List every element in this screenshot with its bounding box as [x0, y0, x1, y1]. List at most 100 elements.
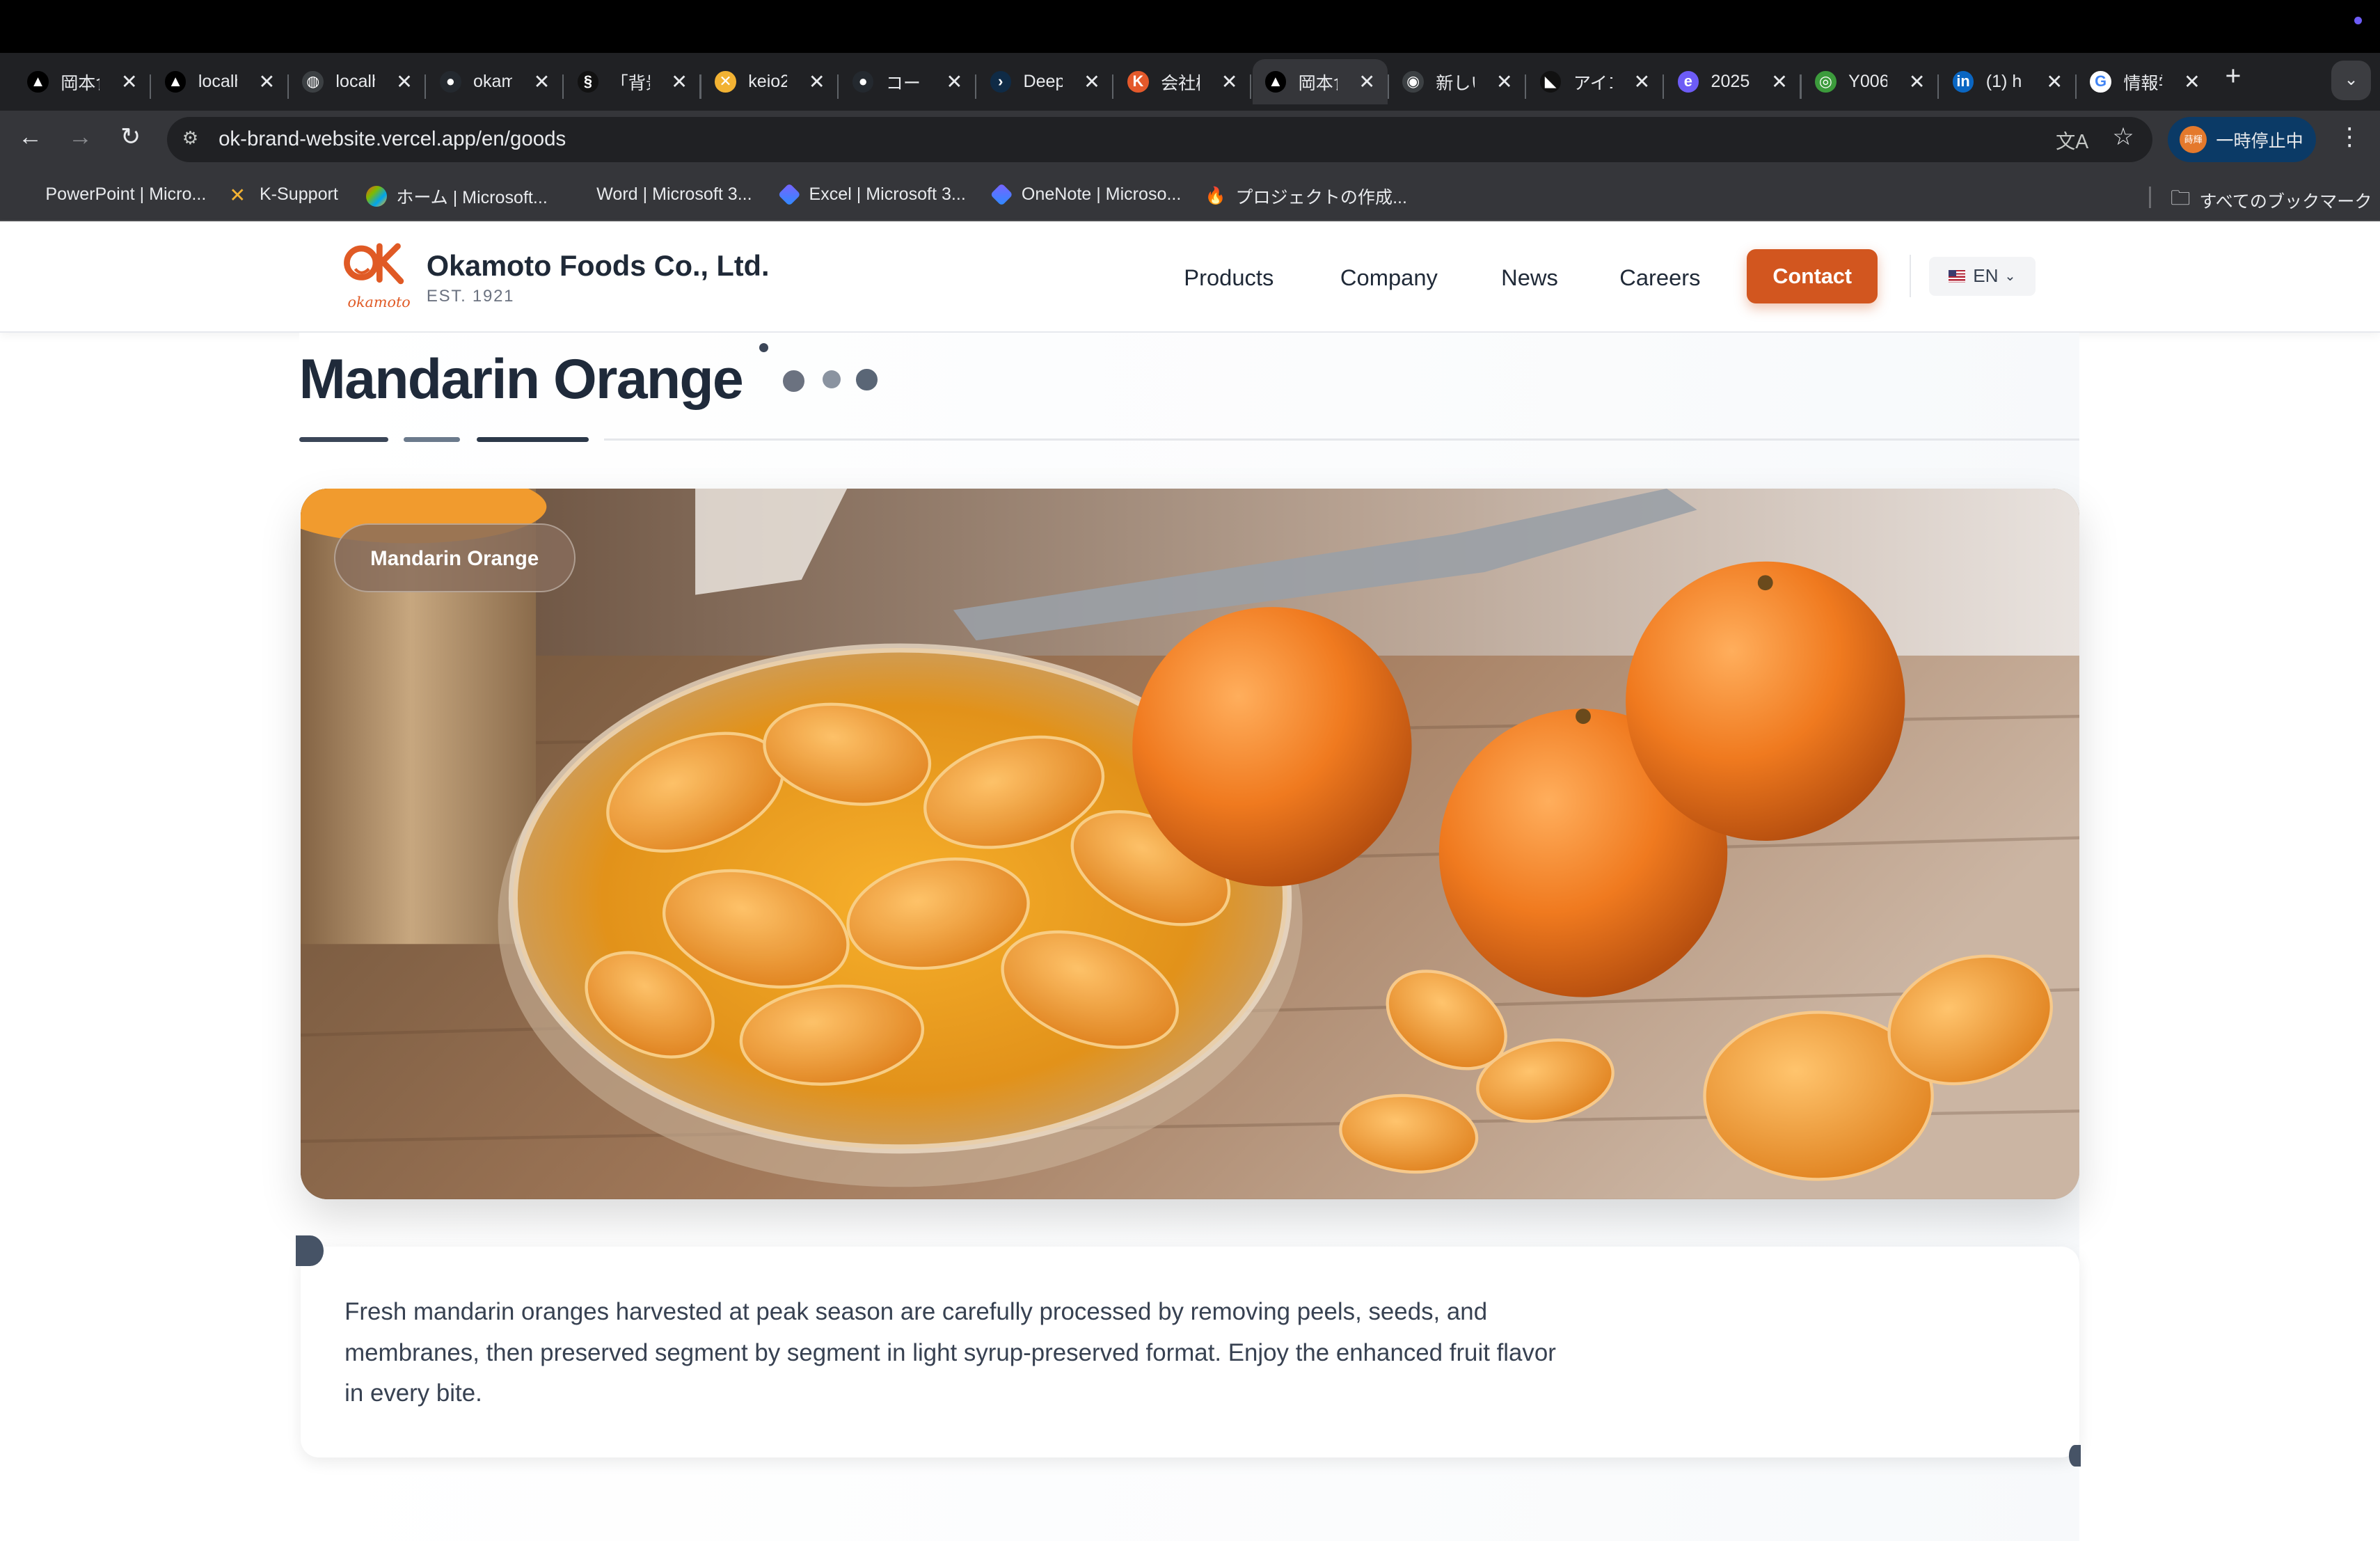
bookmark-star-icon[interactable]: ☆ [2112, 123, 2134, 151]
nav-company[interactable]: Company [1340, 264, 1438, 291]
bookmark-item[interactable]: Word | Microsoft 3... [566, 184, 752, 205]
nav-careers[interactable]: Careers [1619, 264, 1700, 291]
tab-title: keio2 [748, 72, 788, 92]
decorative-dot [783, 370, 804, 392]
browser-tab[interactable]: ◣ アイコン ✕ [1528, 59, 1662, 104]
site-info-icon[interactable]: ⚙ [182, 127, 204, 149]
tab-favicon-icon: ◉ [1402, 71, 1424, 93]
chevron-down-icon: ⌄ [2004, 268, 2016, 284]
browser-tab[interactable]: e 2025 ✕ [1665, 59, 1800, 104]
tab-favicon-icon: ● [852, 71, 874, 93]
tab-favicon-icon: in [1952, 71, 1974, 93]
browser-tab[interactable]: › DeepL ✕ [978, 59, 1112, 104]
reload-icon[interactable]: ↻ [114, 123, 148, 151]
tab-separator [1112, 74, 1114, 99]
bookmark-item[interactable]: ✕ K-Support [229, 184, 338, 207]
brand-name[interactable]: Okamoto Foods Co., Ltd. [427, 249, 770, 283]
browser-tab[interactable]: in (1) h ✕ [1940, 59, 2074, 104]
tab-title: コード [885, 73, 925, 93]
nav-news[interactable]: News [1501, 264, 1558, 291]
browser-tab[interactable]: ◍ localhost ✕ [290, 59, 425, 104]
okamoto-logo[interactable]: okamoto [343, 240, 411, 310]
tab-close-icon[interactable]: ✕ [534, 70, 550, 94]
browser-tab[interactable]: G 情報学 ✕ [2078, 59, 2212, 104]
tab-close-icon[interactable]: ✕ [946, 70, 963, 94]
profile-avatar: 蒔輝 [2180, 126, 2207, 154]
tab-favicon-icon: ▲ [164, 71, 187, 93]
address-bar[interactable]: ⚙ ok-brand-website.vercel.app/en/goods 文… [166, 116, 2152, 163]
browser-menu-icon[interactable]: ⋮ [2338, 123, 2362, 151]
tab-close-icon[interactable]: ✕ [121, 70, 138, 94]
title-underline-segment [476, 437, 589, 442]
tab-separator [837, 74, 839, 99]
tab-separator [1387, 74, 1389, 99]
translate-icon[interactable]: 文A [2056, 126, 2088, 155]
mandarin-orange-photo [300, 489, 2080, 1200]
browser-tab-strip: ▲ 岡本食品 ✕ ▲ localhost ✕ ◍ localhost ✕ ● okamoto ✕ § 「背… [0, 53, 2380, 111]
system-top-bar [0, 0, 2380, 54]
tab-search-button[interactable]: ⌄ [2331, 61, 2371, 100]
bookmark-label: ホーム | Microsoft... [396, 187, 548, 207]
bookmarks-bar: 🗀 すべてのブックマーク PowerPoint | Micro... ✕ K-Sup… [0, 168, 2380, 222]
tab-separator [287, 74, 289, 99]
browser-tab[interactable]: ● コード ✕ [840, 59, 974, 104]
tab-favicon-icon: K [1127, 71, 1149, 93]
url-text[interactable]: ok-brand-website.vercel.app/en/goods [219, 127, 566, 151]
microsoft-icon [566, 184, 588, 205]
tab-title: 2025 [1711, 72, 1750, 92]
bookmark-item[interactable]: OneNote | Microso... [990, 182, 1181, 206]
tab-separator [2074, 74, 2077, 99]
bookmark-item[interactable]: ホーム | Microsoft... [365, 184, 548, 209]
product-hero-image [300, 489, 2080, 1200]
browser-tab[interactable]: ● okamoto ✕ [428, 59, 562, 104]
browser-tab[interactable]: ▲ 岡本食品 ✕ [15, 59, 150, 104]
tab-close-icon[interactable]: ✕ [258, 70, 275, 94]
tab-title: 情報学 [2123, 73, 2162, 93]
tab-close-icon[interactable]: ✕ [1084, 70, 1100, 94]
language-selector[interactable]: EN ⌄ [1929, 256, 2036, 297]
tab-close-icon[interactable]: ✕ [671, 70, 688, 94]
bookmarks-divider [2149, 187, 2151, 208]
profile-sync-paused-button[interactable]: 蒔輝 一時停止中 [2167, 116, 2317, 163]
tab-close-icon[interactable]: ✕ [2046, 70, 2063, 94]
tab-title: Y006 [1848, 72, 1888, 92]
tab-title: 岡本食品 [1298, 73, 1338, 93]
brand-established: EST. 1921 [426, 287, 515, 306]
tab-close-icon[interactable]: ✕ [1634, 70, 1651, 94]
tab-separator [1662, 74, 1664, 99]
browser-tab[interactable]: ▲ 岡本食品 ✕ [1253, 59, 1388, 105]
contact-button[interactable]: Contact [1747, 248, 1878, 304]
browser-tab[interactable]: ▲ localhost ✕ [152, 59, 287, 104]
all-bookmarks-button[interactable]: 🗀 すべてのブックマーク [2171, 184, 2372, 217]
tab-close-icon[interactable]: ✕ [1221, 70, 1238, 94]
browser-tab[interactable]: K 会社概要 ✕ [1116, 59, 1250, 104]
tab-separator [699, 74, 701, 99]
tab-title: 「背景」 [610, 73, 650, 93]
header-divider [1909, 255, 1911, 298]
bookmark-item[interactable]: PowerPoint | Micro... [15, 184, 206, 205]
tab-close-icon[interactable]: ✕ [1909, 70, 1926, 94]
tab-close-icon[interactable]: ✕ [1496, 70, 1513, 94]
tab-close-icon[interactable]: ✕ [809, 70, 825, 94]
browser-tab[interactable]: ✕ keio2 ✕ [703, 59, 837, 104]
tab-title: okamoto [473, 72, 512, 92]
bookmark-item[interactable]: Excel | Microsoft 3... [777, 182, 966, 206]
new-tab-button[interactable]: + [2225, 61, 2241, 92]
forward-arrow-icon[interactable]: → [64, 123, 97, 151]
tab-favicon-icon: ● [440, 71, 461, 93]
tab-close-icon[interactable]: ✕ [396, 70, 413, 94]
title-rule [604, 438, 2080, 441]
tab-favicon-icon: ◣ [1539, 71, 1562, 93]
tab-close-icon[interactable]: ✕ [2184, 70, 2200, 94]
browser-tab[interactable]: § 「背景」 ✕ [565, 59, 699, 104]
tab-separator [1525, 74, 1527, 99]
browser-tab[interactable]: ◉ 新しいタブ ✕ [1390, 59, 1525, 104]
back-arrow-icon[interactable]: ← [14, 123, 47, 151]
nav-products[interactable]: Products [1184, 264, 1274, 291]
tab-close-icon[interactable]: ✕ [1771, 70, 1788, 94]
decorative-dot [2068, 1445, 2081, 1467]
browser-tab[interactable]: ◎ Y006 ✕ [1803, 59, 1937, 104]
tab-close-icon[interactable]: ✕ [1358, 70, 1375, 94]
tab-title: DeepL [1023, 72, 1062, 92]
bookmark-item[interactable]: 🔥 プロジェクトの作成... [1205, 184, 1407, 209]
